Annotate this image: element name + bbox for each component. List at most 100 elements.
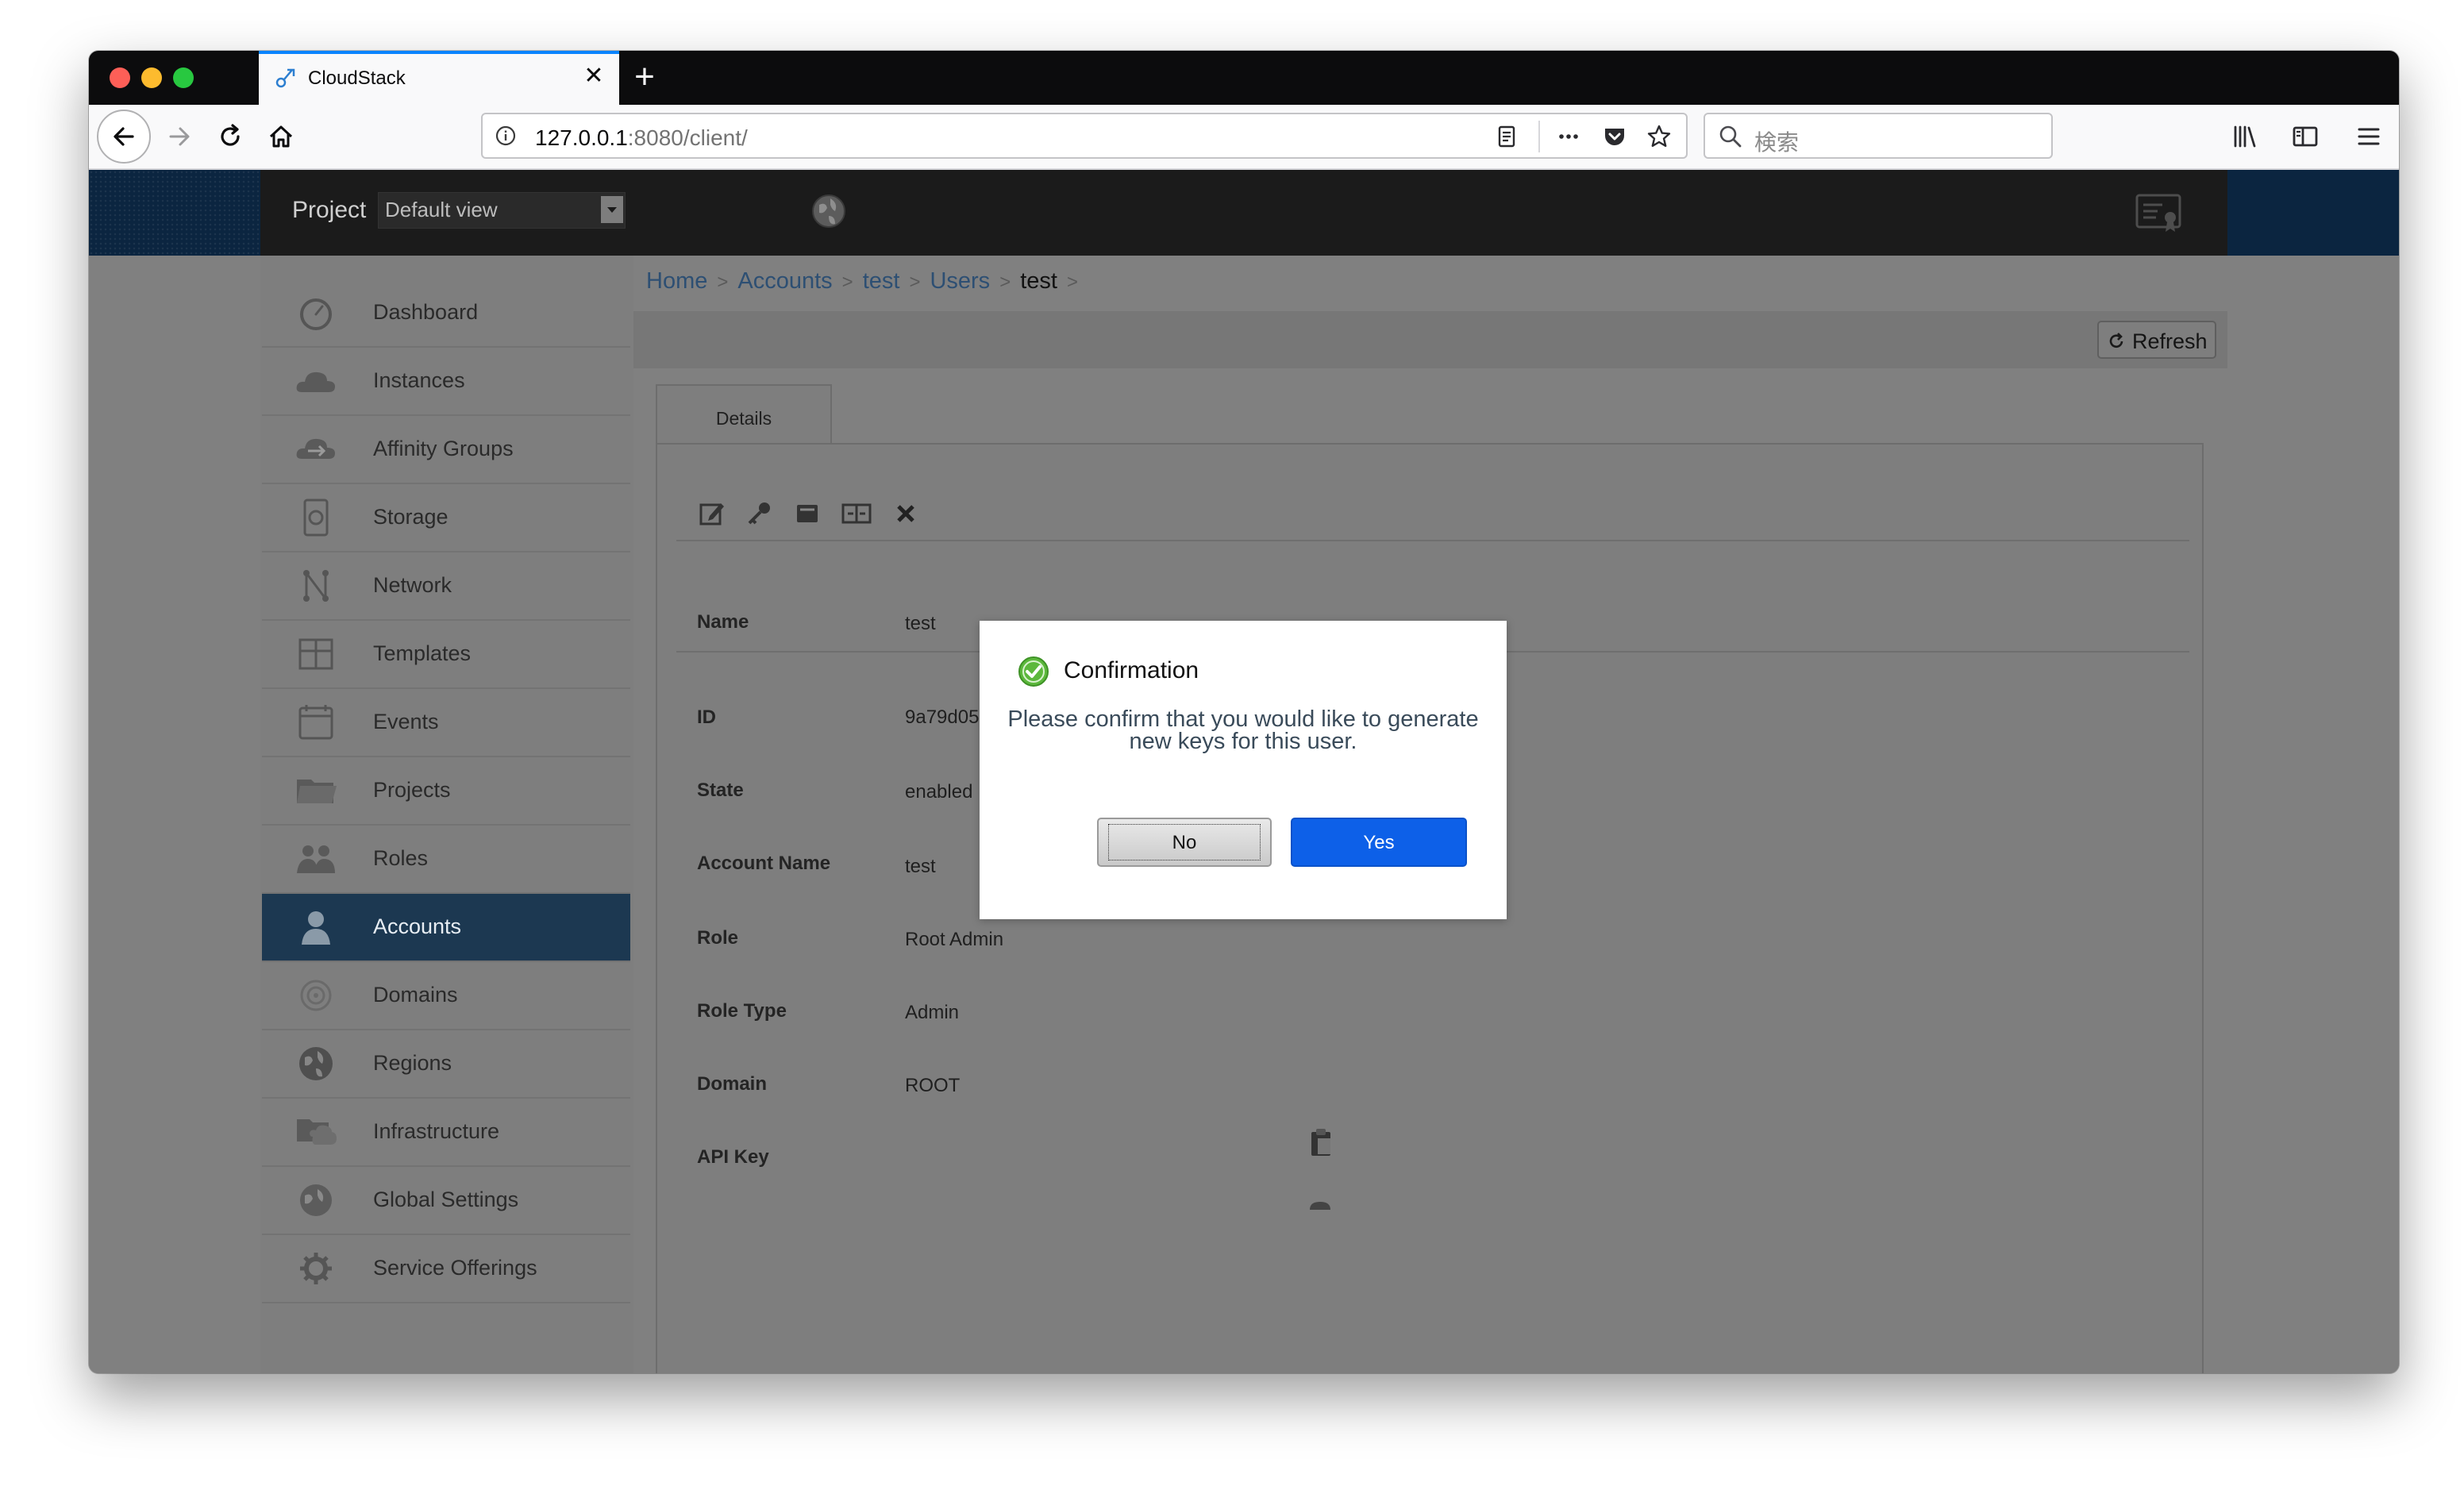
search-icon <box>1719 125 1742 148</box>
url-host: 127.0.0.1 <box>535 125 628 150</box>
sidebar: Dashboard Instances Affinity Groups Stor… <box>260 256 633 1373</box>
target-icon <box>300 980 332 1011</box>
breadcrumb-accounts[interactable]: Accounts <box>737 268 832 294</box>
sidebar-item-roles[interactable]: Roles <box>262 826 630 894</box>
minimize-window-button[interactable] <box>141 67 162 88</box>
dialog-message: Please confirm that you would like to ge… <box>1007 706 1479 754</box>
chevron-down-icon <box>601 196 623 223</box>
header-background-left <box>89 170 260 256</box>
breadcrumb-separator: > <box>999 271 1011 293</box>
forward-button[interactable] <box>157 114 202 159</box>
clipboard-icon[interactable] <box>1307 1127 1335 1159</box>
change-role-icon[interactable] <box>841 499 872 529</box>
project-select[interactable]: Default view <box>378 192 626 229</box>
home-button[interactable] <box>259 114 303 159</box>
sidebar-item-events[interactable]: Events <box>262 689 630 757</box>
detail-toolbar: Refresh <box>633 311 2227 368</box>
sidebar-item-instances[interactable]: Instances <box>262 348 630 416</box>
pocket-icon[interactable] <box>1602 124 1627 149</box>
actions-divider <box>676 540 2189 541</box>
tab-bar: CloudStack ✕ + <box>89 51 2399 105</box>
globe-icon[interactable] <box>808 191 849 232</box>
sidebar-item-regions[interactable]: Regions <box>262 1030 630 1099</box>
header-background-right <box>2227 170 2399 256</box>
reader-view-icon[interactable] <box>1494 124 1519 149</box>
globe-icon <box>299 1047 333 1080</box>
sidebar-item-label: Events <box>373 710 439 733</box>
browser-tab[interactable]: CloudStack ✕ <box>259 51 619 105</box>
tab-details-label: Details <box>715 408 772 429</box>
sidebar-item-dashboard[interactable]: Dashboard <box>262 279 630 348</box>
sidebar-item-templates[interactable]: Templates <box>262 621 630 689</box>
check-circle-icon <box>1018 656 1049 687</box>
url-path: :8080/client/ <box>627 125 748 150</box>
sidebar-item-storage[interactable]: Storage <box>262 484 630 552</box>
sidebar-item-service-offerings[interactable]: Service Offerings <box>262 1235 630 1303</box>
network-nodes-icon <box>303 570 329 602</box>
detail-label-api-key: API Key <box>697 1146 769 1168</box>
project-select-value: Default view <box>385 198 498 221</box>
tab-details[interactable]: Details <box>656 384 832 445</box>
sidebar-item-projects[interactable]: Projects <box>262 757 630 826</box>
breadcrumb-current: test <box>1020 268 1057 294</box>
bookmark-star-icon[interactable] <box>1646 124 1672 149</box>
info-icon[interactable] <box>494 124 518 148</box>
more-actions-icon[interactable] <box>1556 124 1581 149</box>
refresh-button[interactable]: Refresh <box>2097 321 2216 359</box>
folder-icon <box>297 780 337 803</box>
sidebar-item-network[interactable]: Network <box>262 552 630 621</box>
back-button[interactable] <box>97 110 151 164</box>
disk-icon <box>303 499 329 537</box>
yes-button-label: Yes <box>1363 832 1395 853</box>
sidebar-item-infrastructure[interactable]: Infrastructure <box>262 1099 630 1167</box>
sidebar-item-accounts[interactable]: Accounts <box>262 894 630 962</box>
breadcrumb-separator: > <box>841 271 853 293</box>
detail-label-id: ID <box>697 706 716 728</box>
reload-button[interactable] <box>208 114 252 159</box>
delete-icon[interactable] <box>891 499 921 529</box>
close-window-button[interactable] <box>110 67 130 88</box>
sidebar-item-label: Affinity Groups <box>373 437 514 460</box>
url-text[interactable]: 127.0.0.1:8080/client/ <box>535 125 748 151</box>
url-bar[interactable]: 127.0.0.1:8080/client/ <box>481 113 1688 159</box>
breadcrumb: Home > Accounts > test > Users > test > <box>646 268 1088 295</box>
refresh-label: Refresh <box>2132 329 2208 353</box>
new-tab-button[interactable]: + <box>626 59 664 97</box>
sidebar-item-label: Instances <box>373 368 465 392</box>
disable-user-icon[interactable] <box>792 499 822 529</box>
detail-value-state: enabled <box>905 781 973 803</box>
detail-label-role: Role <box>697 927 739 949</box>
sidebar-toggle-icon[interactable] <box>2289 121 2321 152</box>
no-button[interactable]: No <box>1097 818 1272 867</box>
edit-icon[interactable] <box>697 499 727 529</box>
sidebar-item-label: Domains <box>373 983 458 1007</box>
globe-settings-icon <box>300 1184 332 1216</box>
breadcrumb-home[interactable]: Home <box>646 268 707 294</box>
people-icon <box>297 845 335 873</box>
tab-close-icon[interactable]: ✕ <box>579 62 608 90</box>
breadcrumb-users[interactable]: Users <box>930 268 990 294</box>
sidebar-item-domains[interactable]: Domains <box>262 962 630 1030</box>
search-bar[interactable]: 検索 <box>1704 113 2053 159</box>
dashboard-gauge-icon <box>300 298 332 330</box>
hamburger-menu-icon[interactable] <box>2353 121 2385 152</box>
sidebar-item-label: Network <box>373 573 452 597</box>
reload-icon <box>221 124 240 146</box>
library-icon[interactable] <box>2229 121 2261 152</box>
yes-button[interactable]: Yes <box>1291 818 1467 867</box>
sidebar-item-label: Templates <box>373 641 472 665</box>
no-button-label: No <box>1172 832 1197 853</box>
certificate-icon[interactable] <box>2134 191 2185 235</box>
breadcrumb-separator: > <box>1066 271 1078 293</box>
maximize-window-button[interactable] <box>173 67 194 88</box>
breadcrumb-account-test[interactable]: test <box>863 268 900 294</box>
sidebar-item-affinity-groups[interactable]: Affinity Groups <box>262 416 630 484</box>
refresh-icon <box>2109 333 2123 348</box>
detail-value-id: 9a79d05 <box>905 706 980 728</box>
sidebar-item-global-settings[interactable]: Global Settings <box>262 1167 630 1235</box>
detail-label-state: State <box>697 780 744 801</box>
key-icon[interactable] <box>745 499 775 529</box>
back-arrow-icon <box>114 127 134 146</box>
detail-label-domain: Domain <box>697 1073 768 1095</box>
clipboard-icon[interactable] <box>1307 1197 1334 1210</box>
